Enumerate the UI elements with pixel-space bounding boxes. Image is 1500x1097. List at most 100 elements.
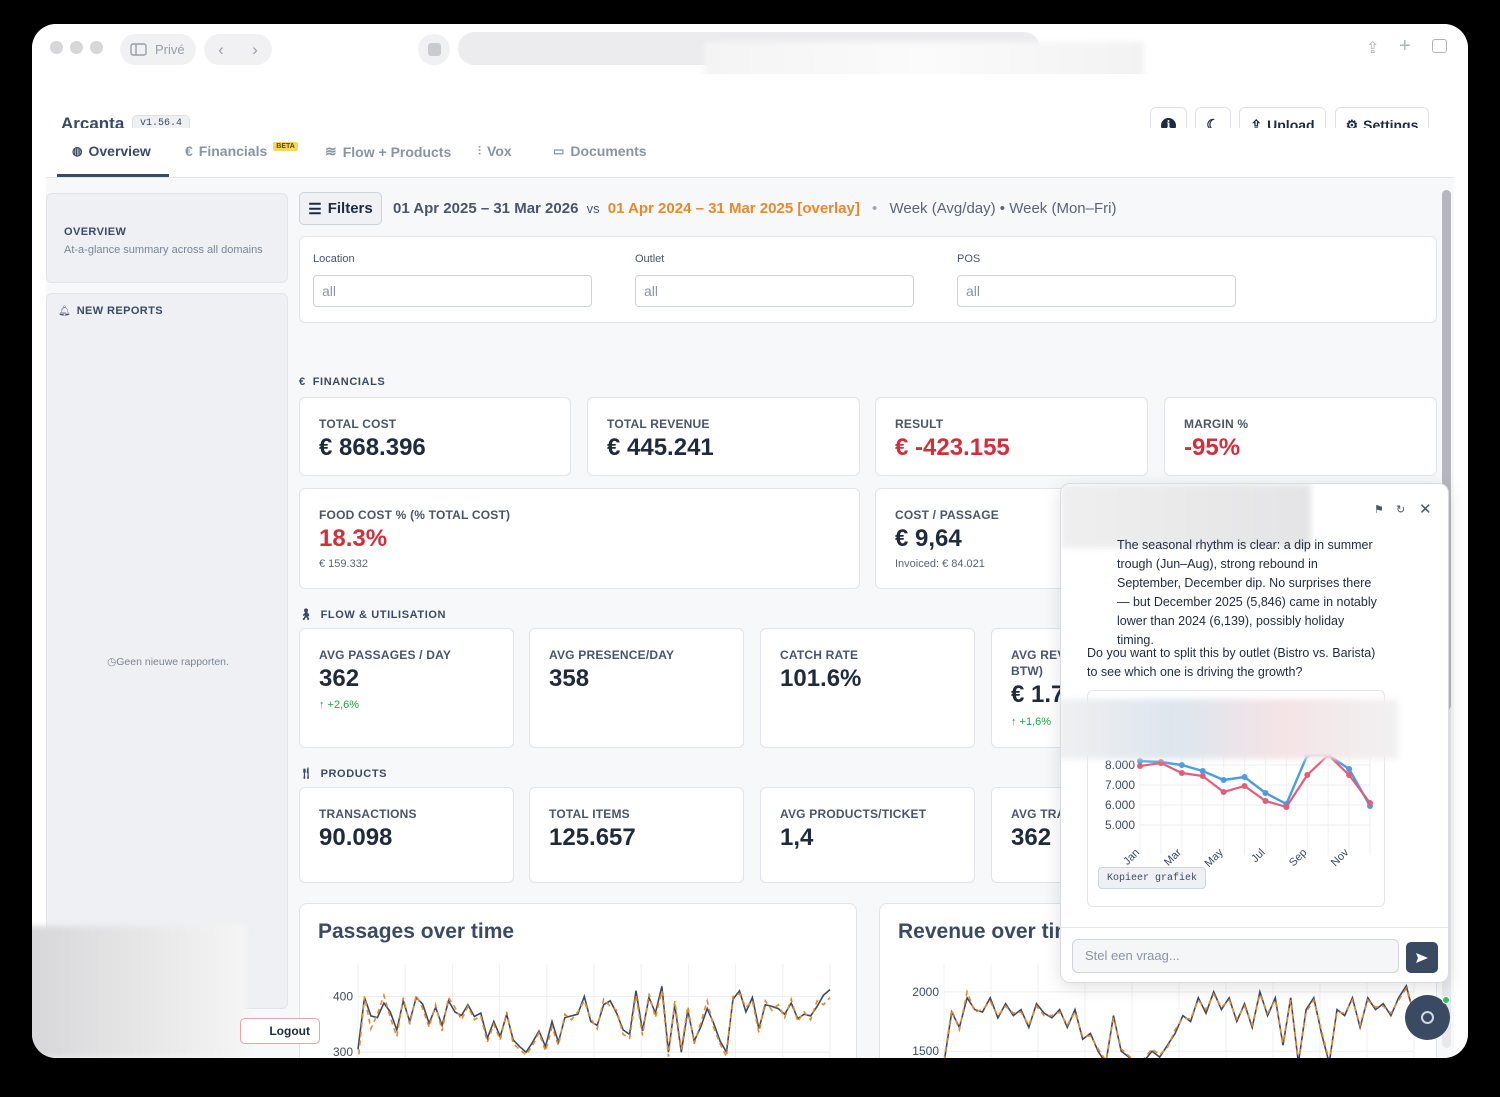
redacted-area	[1061, 699, 1398, 759]
beta-badge: BETA	[273, 141, 298, 151]
data-point	[1304, 772, 1311, 778]
tab-financials[interactable]: € Financials BETA	[185, 141, 298, 159]
chat-message-text: The seasonal rhythm is clear: a dip in s…	[1117, 538, 1377, 647]
y-tick-label: 8.000	[1105, 758, 1135, 772]
tabs-overview-icon[interactable]	[1432, 39, 1447, 53]
kpi-label: TOTAL REVENUE	[607, 417, 710, 431]
minimize-window-button[interactable]	[70, 41, 83, 54]
bar-chart-icon: ⫶	[478, 143, 482, 158]
data-point	[1220, 789, 1227, 795]
logout-button[interactable]: Logout	[240, 1018, 320, 1044]
chat-chart-card: 8.000 7.000 6.000 5.000 Jan Mar May Jul Sep Nov K…	[1061, 690, 1398, 907]
close-icon[interactable]: ✕	[1419, 500, 1432, 518]
kpi-label: MARGIN %	[1184, 417, 1249, 431]
extension-icon	[427, 43, 441, 56]
cutlery-icon: 🍴︎	[299, 768, 314, 780]
refresh-icon[interactable]: ↻	[1396, 503, 1405, 516]
flag-icon[interactable]: ⚑	[1374, 503, 1384, 516]
chat-message: The seasonal rhythm is clear: a dip in s…	[1117, 536, 1379, 650]
compare-range: 01 Apr 2024 – 31 Mar 2025 [overlay]	[607, 200, 860, 217]
section-label: PRODUCTS	[320, 767, 388, 780]
kpi-label: CATCH RATE	[780, 648, 859, 662]
kpi-label: TOTAL COST	[319, 417, 397, 431]
chat-input[interactable]: Stel een vraag...	[1072, 939, 1399, 973]
assistant-fab-button[interactable]	[1405, 995, 1450, 1040]
chat-message: Do you want to split this by outlet (Bis…	[1087, 644, 1387, 682]
avg-presence-card: AVG PRESENCE/DAY 358	[529, 628, 744, 748]
products-section-title: 🍴︎ PRODUCTS	[299, 767, 388, 781]
y-tick-label: 1500	[912, 1044, 939, 1058]
clock-icon: ◷	[107, 656, 117, 668]
vs-label: vs	[586, 201, 600, 216]
y-tick-label: 6.000	[1105, 798, 1135, 812]
data-point	[1199, 773, 1206, 779]
kpi-subvalue: Invoiced: € 84.021	[895, 558, 985, 570]
close-window-button[interactable]	[50, 41, 63, 54]
new-tab-icon[interactable]: +	[1399, 35, 1411, 58]
kpi-value: € 1.7	[1011, 681, 1065, 708]
data-point	[1241, 783, 1248, 789]
copy-chart-button[interactable]: Kopieer grafiek	[1098, 867, 1207, 889]
data-point	[1178, 762, 1185, 768]
data-point	[1346, 772, 1353, 778]
location-label: Location	[313, 253, 355, 265]
divider	[1061, 927, 1448, 928]
data-point	[1283, 804, 1290, 810]
passages-chart-card: Passages over time 400 300	[299, 903, 857, 1058]
transactions-card: TRANSACTIONS 90.098	[299, 787, 514, 883]
total-items-card: TOTAL ITEMS 125.657	[529, 787, 744, 883]
data-point	[1262, 790, 1269, 796]
sidebar-overview-title: OVERVIEW	[64, 226, 127, 238]
kpi-delta: ↑ +1,6%	[1011, 716, 1052, 728]
palette-icon: ◍	[72, 144, 83, 158]
kpi-label: AVG PRESENCE/DAY	[549, 648, 675, 662]
pos-input[interactable]: all	[957, 275, 1236, 307]
tab-overview[interactable]: ◍ Overview	[72, 143, 151, 159]
walking-icon: 🚶︎	[299, 609, 314, 621]
passages-chart[interactable]: 400 300	[300, 904, 857, 1058]
tab-vox[interactable]: ⫶ Vox	[478, 143, 512, 159]
sidebar-reports-card: 🔔︎ NEW REPORTS ◷Geen nieuwe rapporten.	[46, 293, 288, 1009]
avg-passages-card: AVG PASSAGES / DAY 362 ↑ +2,6%	[299, 628, 514, 748]
sidebar-overview-card[interactable]: OVERVIEW At-a-glance summary across all …	[46, 193, 288, 283]
y-tick-label: 5.000	[1105, 818, 1135, 832]
kpi-label: FOOD COST % (% TOTAL COST)	[319, 508, 511, 522]
browser-toolbar: Privé ‹ › ⇪ +	[32, 24, 1468, 120]
data-point	[1367, 800, 1373, 806]
section-label: FINANCIALS	[312, 376, 386, 388]
kpi-label-cont: BTW)	[1011, 664, 1044, 678]
location-input[interactable]: all	[313, 275, 592, 307]
filters-button[interactable]: ☰ Filters	[299, 192, 382, 225]
profile-label: Privé	[155, 42, 185, 57]
sidebar-toggle-button[interactable]: Privé	[120, 34, 196, 65]
kpi-label: AVG PASSAGES / DAY	[319, 648, 452, 662]
send-button[interactable]	[1406, 942, 1438, 973]
granularity-label: Week (Avg/day) • Week (Mon–Fri)	[889, 200, 1117, 217]
filters-label: Filters	[327, 200, 373, 217]
assistant-icon	[1421, 1011, 1434, 1024]
total-revenue-card: TOTAL REVENUE € 445.241	[587, 397, 860, 476]
online-status-dot	[1442, 996, 1450, 1004]
kpi-value: € 868.396	[319, 434, 426, 461]
x-tick-label: Sep	[1287, 847, 1309, 869]
y-tick-label: 7.000	[1105, 778, 1135, 792]
kpi-value: € 445.241	[607, 434, 714, 461]
outlet-input[interactable]: all	[635, 275, 914, 307]
back-icon[interactable]: ‹	[218, 40, 224, 60]
tab-label: Documents	[570, 143, 647, 159]
outlet-label: Outlet	[635, 253, 665, 265]
tab-documents[interactable]: ▭ Documents	[553, 143, 647, 159]
active-tab-indicator	[57, 174, 169, 177]
tab-flow-products[interactable]: ≋ Flow + Products	[325, 143, 451, 160]
maximize-window-button[interactable]	[90, 41, 103, 54]
kpi-value: 101.6%	[780, 665, 862, 692]
current-range: 01 Apr 2025 – 31 Mar 2026	[393, 200, 579, 217]
extension-button[interactable]	[418, 34, 450, 65]
financials-section-title: € FINANCIALS	[299, 376, 385, 388]
data-point	[1346, 766, 1353, 772]
pos-label: POS	[957, 253, 981, 265]
share-icon[interactable]: ⇪	[1366, 38, 1379, 58]
send-icon	[1416, 952, 1428, 963]
forward-icon[interactable]: ›	[252, 40, 258, 60]
tab-label: Overview	[88, 143, 151, 159]
